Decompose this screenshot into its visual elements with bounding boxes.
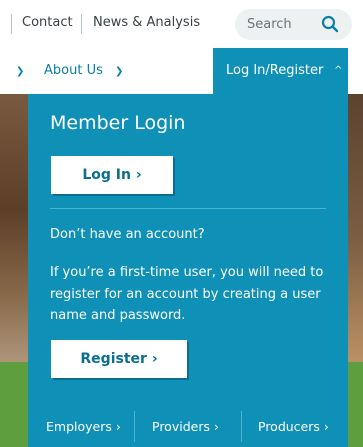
hero-photo	[348, 94, 363, 384]
chevron-right-icon: ›	[135, 167, 142, 183]
about-us-link[interactable]: About Us	[44, 48, 103, 94]
login-register-label: Log In/Register	[226, 63, 324, 78]
about-us-chevron-down-icon[interactable]: ❯	[115, 48, 123, 94]
employers-link[interactable]: Employers ›	[46, 406, 121, 447]
divider	[241, 411, 242, 442]
utility-bar: Contact News & Analysis	[0, 0, 363, 48]
producers-link[interactable]: Producers ›	[258, 406, 329, 447]
login-button-label: Log In	[82, 167, 131, 183]
hero-photo	[0, 94, 30, 384]
search-icon[interactable]	[321, 15, 339, 33]
panel-divider	[50, 208, 326, 209]
register-button[interactable]: Register ›	[51, 340, 187, 378]
providers-label: Providers	[152, 419, 210, 434]
divider	[11, 14, 12, 34]
employers-label: Employers	[46, 419, 112, 434]
chevron-up-icon: ^	[334, 65, 343, 76]
register-button-label: Register	[80, 351, 147, 367]
search-input[interactable]	[247, 15, 317, 33]
divider	[81, 14, 82, 34]
account-question: Don’t have an account?	[50, 227, 205, 242]
contact-link[interactable]: Contact	[22, 15, 73, 30]
chevron-right-icon: ›	[151, 351, 158, 367]
producers-label: Producers	[258, 419, 320, 434]
register-description: If you’re a first-time user, you will ne…	[50, 265, 324, 323]
login-button[interactable]: Log In ›	[51, 156, 173, 194]
login-register-tab[interactable]: Log In/Register ^	[213, 48, 348, 94]
chevron-right-icon: ›	[323, 419, 329, 434]
chevron-right-icon: ›	[213, 419, 219, 434]
chevron-down-icon[interactable]: ❯	[16, 48, 24, 94]
search-box	[235, 9, 352, 40]
news-analysis-link[interactable]: News & Analysis	[93, 15, 200, 30]
providers-link[interactable]: Providers ›	[152, 406, 219, 447]
audience-links-bar: Employers › Providers › Producers ›	[28, 406, 348, 447]
chevron-right-icon: ›	[115, 419, 121, 434]
member-login-panel: Member Login Log In › Don’t have an acco…	[28, 94, 348, 406]
divider	[134, 411, 135, 442]
panel-title: Member Login	[50, 112, 186, 134]
